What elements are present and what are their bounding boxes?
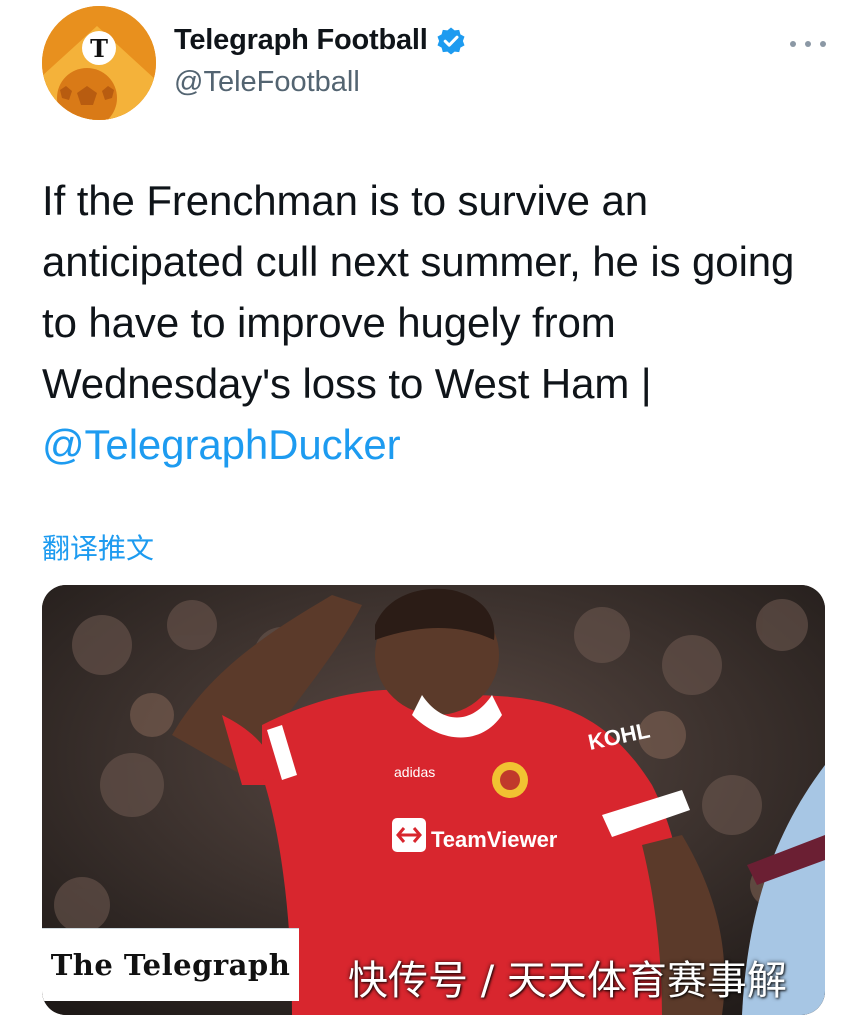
translate-tweet-link[interactable]: 翻译推文 — [42, 527, 154, 567]
avatar[interactable]: T — [42, 6, 156, 120]
kit-sponsor: TeamViewer — [431, 827, 558, 852]
watermark: 快传号 / 天天体育赛事解 — [348, 958, 787, 1004]
verified-badge-icon — [436, 26, 466, 56]
author-name-row: Telegraph Football — [174, 24, 466, 57]
svg-text:adidas: adidas — [394, 764, 435, 780]
tweet-body: If the Frenchman is to survive an antici… — [42, 177, 795, 407]
more-options-icon[interactable] — [790, 38, 826, 50]
display-name[interactable]: Telegraph Football — [174, 24, 428, 57]
account-handle[interactable]: @TeleFootball — [174, 66, 360, 99]
mention-link[interactable]: @TelegraphDucker — [42, 421, 401, 468]
svg-text:T: T — [90, 34, 108, 63]
telegraph-football-logo-icon: T — [42, 6, 156, 120]
publisher-label: The Telegraph — [42, 928, 299, 1001]
tweet-text: If the Frenchman is to survive an antici… — [42, 170, 832, 475]
